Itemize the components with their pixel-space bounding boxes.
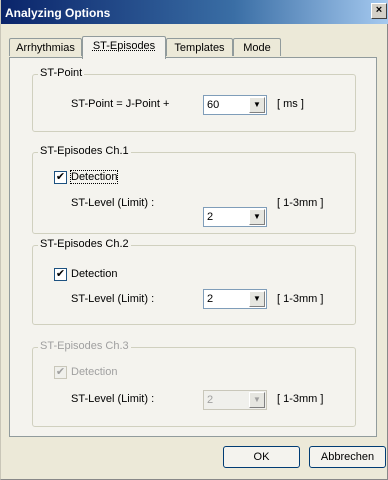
st-level-label-ch1: ST-Level (Limit) : — [71, 197, 155, 209]
group-st-episodes-ch2: ST-Episodes Ch.2 ✔ Detection ST-Level (L… — [32, 238, 356, 325]
tab-label: Mode — [243, 42, 271, 54]
tab-panel-st-episodes: ST-Point ST-Point = J-Point + 60 ▼ [ ms … — [9, 57, 377, 437]
st-point-label: ST-Point = J-Point + — [71, 98, 170, 110]
check-icon: ✔ — [55, 171, 66, 183]
title-bar: Analyzing Options × — [1, 0, 388, 24]
dialog-window: Analyzing Options × Arrhythmias ST-Episo… — [0, 0, 388, 480]
tab-label: Arrhythmias — [16, 42, 75, 54]
st-level-unit-ch1: [ 1-3mm ] — [277, 197, 324, 209]
group-st-episodes-ch1: ST-Episodes Ch.1 ✔ Detection ST-Level (L… — [32, 145, 356, 234]
detection-label-ch2[interactable]: Detection — [71, 268, 117, 280]
st-level-select-ch3: 2 ▼ — [203, 390, 267, 410]
detection-label-ch1[interactable]: Detection — [69, 170, 119, 184]
st-level-label-ch3: ST-Level (Limit) : — [71, 393, 155, 405]
st-level-value-ch3: 2 — [207, 394, 214, 406]
st-point-unit: [ ms ] — [277, 98, 304, 110]
cancel-button[interactable]: Abbrechen — [309, 446, 386, 468]
st-level-select-ch1[interactable]: 2 ▼ — [203, 207, 267, 227]
check-icon: ✔ — [55, 268, 66, 280]
group-st-episodes-ch3: ST-Episodes Ch.3 ✔ Detection ST-Level (L… — [32, 340, 356, 427]
st-point-select[interactable]: 60 ▼ — [203, 95, 267, 115]
detection-checkbox-ch1[interactable]: ✔ — [54, 171, 67, 184]
st-level-unit-ch2: [ 1-3mm ] — [277, 293, 324, 305]
chevron-down-icon[interactable]: ▼ — [249, 291, 265, 307]
st-level-value-ch2: 2 — [207, 293, 214, 305]
st-level-value-ch1: 2 — [207, 211, 214, 223]
group-title: ST-Episodes Ch.3 — [38, 340, 131, 352]
tab-templates[interactable]: Templates — [166, 38, 233, 56]
detection-checkbox-ch3: ✔ — [54, 366, 67, 379]
st-point-value: 60 — [207, 99, 220, 111]
ok-button[interactable]: OK — [223, 446, 300, 468]
tab-st-episodes[interactable]: ST-Episodes — [82, 36, 166, 59]
detection-label-ch3: Detection — [71, 366, 118, 378]
tab-mode[interactable]: Mode — [233, 38, 281, 56]
tab-label: ST-Episodes — [92, 40, 156, 52]
tab-label: Templates — [174, 42, 225, 54]
close-button[interactable]: × — [371, 3, 387, 19]
st-level-unit-ch3: [ 1-3mm ] — [277, 393, 324, 405]
detection-checkbox-ch2[interactable]: ✔ — [54, 268, 67, 281]
check-icon: ✔ — [55, 366, 66, 378]
group-st-point: ST-Point ST-Point = J-Point + 60 ▼ [ ms … — [32, 67, 356, 132]
chevron-down-icon[interactable]: ▼ — [249, 97, 265, 113]
st-level-select-ch2[interactable]: 2 ▼ — [203, 289, 267, 309]
chevron-down-icon: ▼ — [249, 392, 265, 408]
group-title: ST-Point — [38, 67, 85, 79]
group-title: ST-Episodes Ch.1 — [38, 145, 131, 157]
st-level-label-ch2: ST-Level (Limit) : — [71, 293, 155, 305]
tab-arrhythmias[interactable]: Arrhythmias — [9, 38, 82, 56]
group-title: ST-Episodes Ch.2 — [38, 238, 131, 250]
window-title: Analyzing Options — [5, 6, 111, 20]
chevron-down-icon[interactable]: ▼ — [249, 209, 265, 225]
